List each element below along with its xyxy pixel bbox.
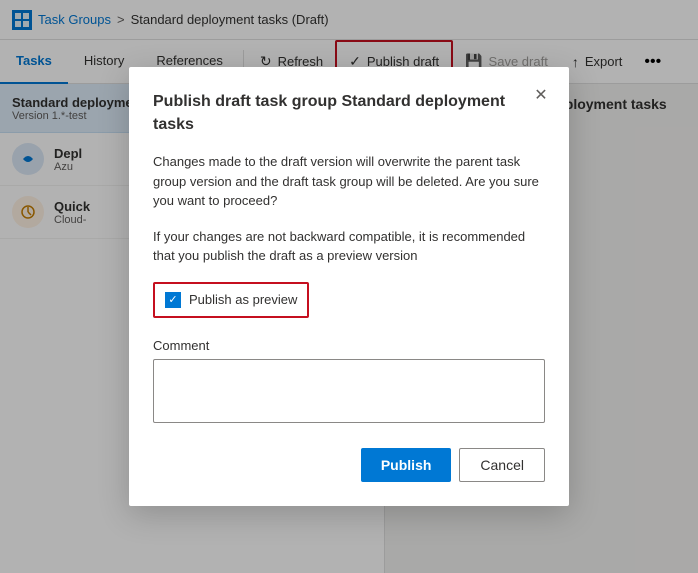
modal-title: Publish draft task group Standard deploy… <box>153 91 545 136</box>
checkbox-label: Publish as preview <box>189 292 297 307</box>
comment-label: Comment <box>153 338 545 353</box>
checkbox-checkmark: ✓ <box>168 293 177 306</box>
publish-as-preview-checkbox[interactable]: ✓ <box>165 292 181 308</box>
comment-input[interactable] <box>153 359 545 423</box>
modal-note-text: If your changes are not backward compati… <box>153 227 545 266</box>
publish-button[interactable]: Publish <box>361 448 452 482</box>
modal-overlay: Publish draft task group Standard deploy… <box>0 0 698 573</box>
publish-as-preview-checkbox-row[interactable]: ✓ Publish as preview <box>153 282 309 318</box>
modal-body-text: Changes made to the draft version will o… <box>153 152 545 211</box>
modal-close-button[interactable]: ✕ <box>529 83 553 107</box>
modal-footer: Publish Cancel <box>153 448 545 482</box>
close-icon: ✕ <box>534 85 547 105</box>
cancel-button[interactable]: Cancel <box>459 448 545 482</box>
publish-draft-modal: Publish draft task group Standard deploy… <box>129 67 569 505</box>
